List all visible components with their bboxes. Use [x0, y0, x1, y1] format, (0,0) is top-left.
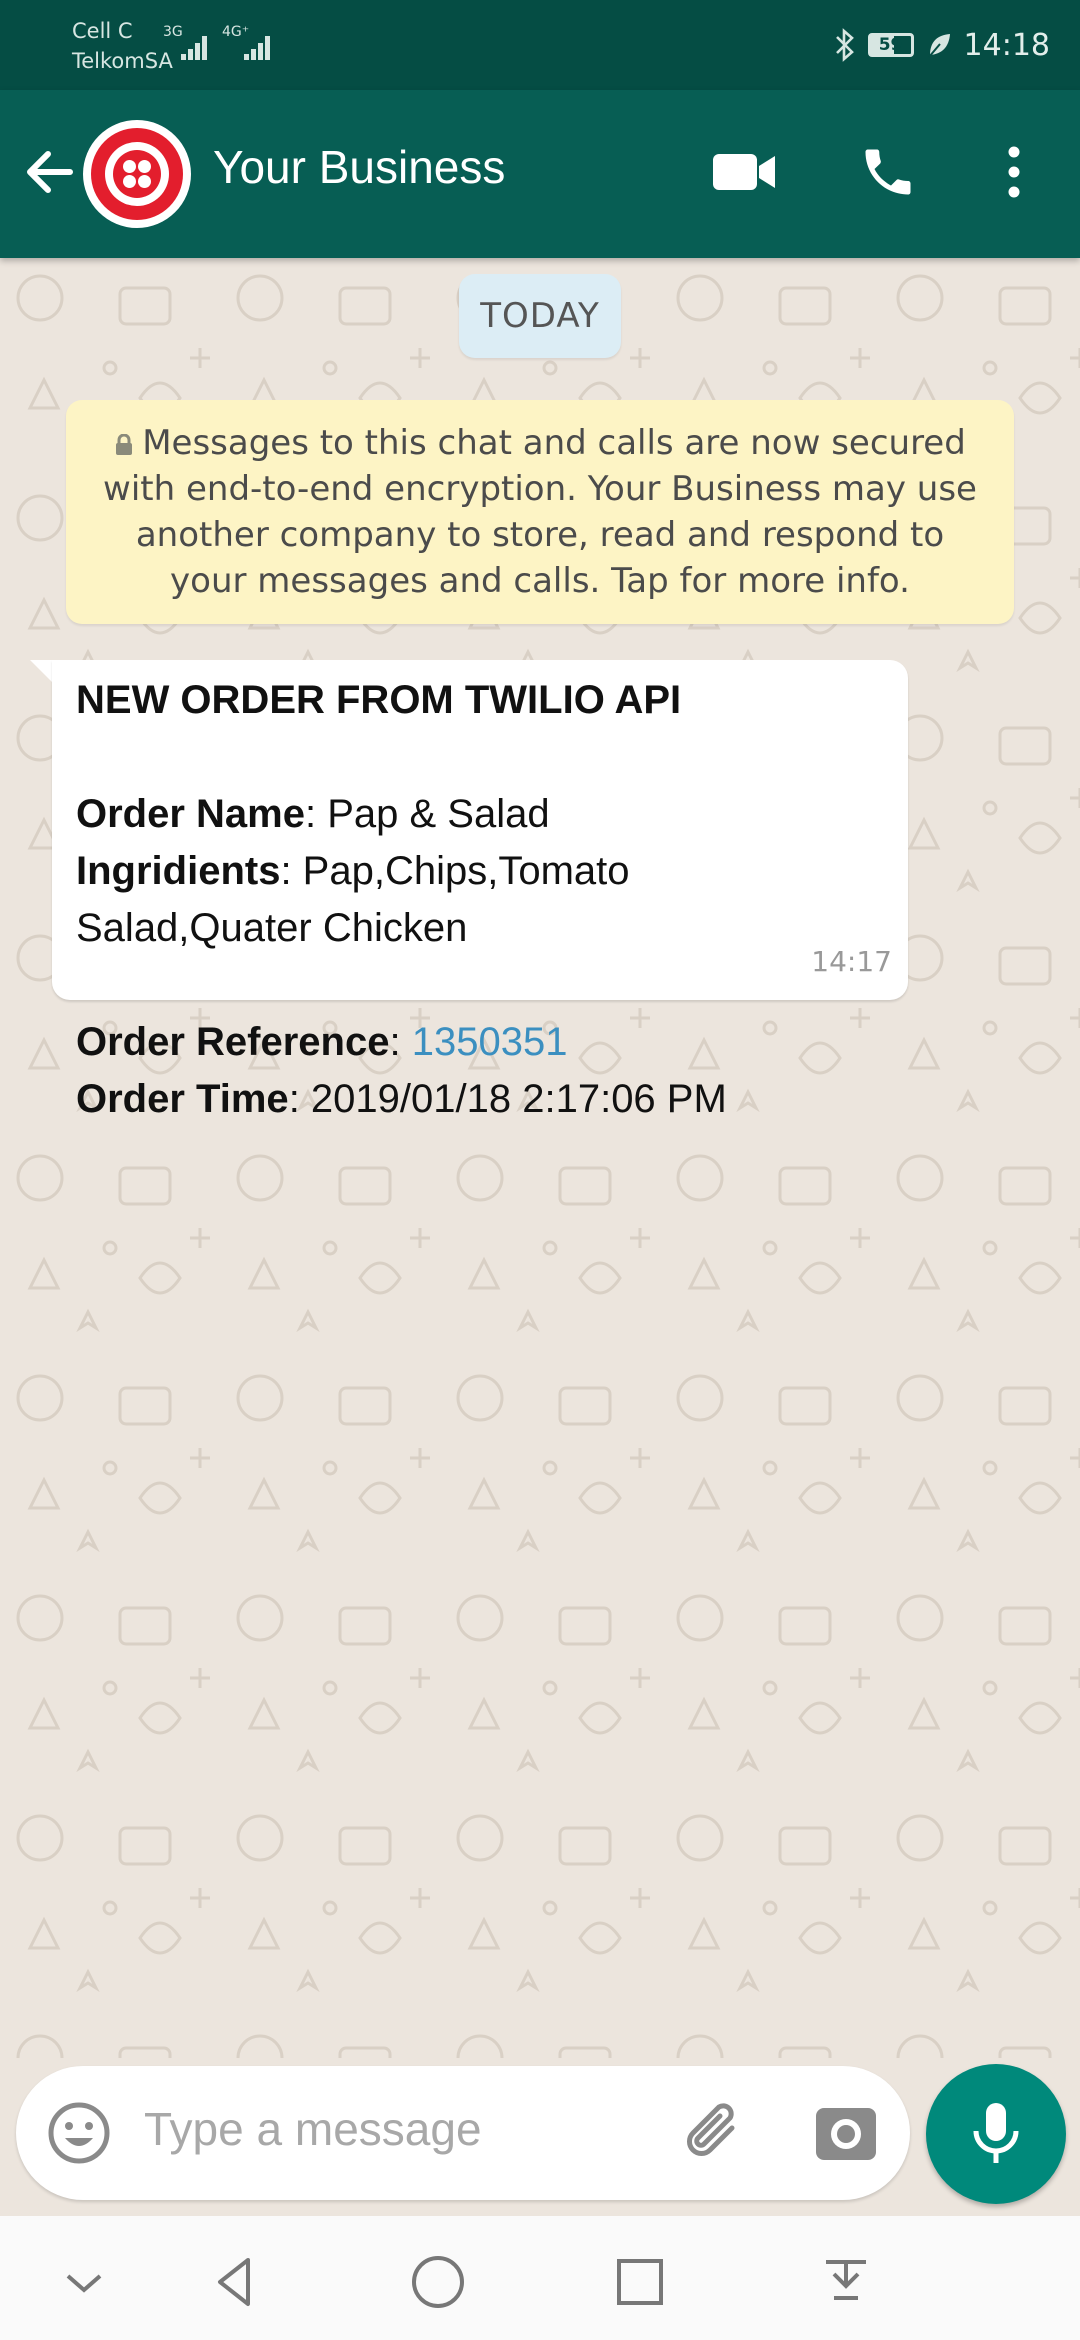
signal-3g-icon: 3G	[163, 24, 213, 60]
order-time-line: Order Time: 2019/01/18 2:17:06 PM	[76, 1071, 884, 1128]
order-name-label: Order Name	[76, 792, 305, 836]
ingredients-label: Ingridients	[76, 849, 281, 893]
contact-name[interactable]: Your Business	[213, 140, 505, 194]
lock-icon	[116, 434, 133, 455]
video-call-button[interactable]	[706, 134, 782, 210]
microphone-icon	[973, 2103, 1019, 2163]
status-time: 14:18	[963, 27, 1050, 63]
camera-icon[interactable]	[806, 2094, 886, 2174]
carrier-line1: Cell C	[72, 19, 133, 43]
bubble-tail	[30, 660, 54, 684]
chat-area[interactable]: TODAY Messages to this chat and calls ar…	[0, 258, 1080, 2058]
encryption-notice[interactable]: Messages to this chat and calls are now …	[66, 400, 1014, 624]
status-bar: Cell C TelkomSA 3G 4G⁺ 59 14:18	[0, 0, 1080, 90]
phone-call-icon	[865, 149, 911, 195]
back-triangle-icon[interactable]	[206, 2252, 266, 2312]
network-type-2: 4G⁺	[222, 24, 250, 40]
avatar[interactable]	[83, 120, 191, 228]
battery-level: 59	[878, 35, 903, 55]
order-reference-link[interactable]: 1350351	[412, 1020, 568, 1064]
ingredients-value-2: Salad,Quater Chicken	[76, 906, 468, 950]
encryption-notice-text: Messages to this chat and calls are now …	[103, 423, 977, 601]
incoming-message-bubble[interactable]: NEW ORDER FROM TWILIO API Order Name: Pa…	[52, 660, 908, 1121]
carrier-line2: TelkomSA	[72, 49, 173, 73]
order-name-value: : Pap & Salad	[304, 792, 550, 836]
order-reference-sep: :	[389, 1020, 412, 1064]
carrier-info: Cell C TelkomSA	[72, 16, 173, 76]
date-chip: TODAY	[459, 274, 621, 358]
chat-header: Your Business	[0, 90, 1080, 258]
order-time-label: Order Time	[76, 1077, 289, 1121]
order-time-value: : 2019/01/18 2:17:06 PM	[288, 1077, 727, 1121]
order-reference-line: Order Reference: 1350351	[76, 1014, 884, 1071]
twilio-logo-icon	[91, 128, 183, 220]
ingredients-line: Ingridients: Pap,Chips,Tomato	[76, 843, 884, 900]
ingredients-value-1: : Pap,Chips,Tomato	[280, 849, 630, 893]
emoji-icon[interactable]	[44, 2098, 114, 2168]
signal-4g-icon: 4G⁺	[222, 24, 282, 60]
leaf-icon	[927, 34, 950, 58]
home-circle-icon[interactable]	[408, 2252, 468, 2312]
back-arrow-icon[interactable]	[18, 140, 82, 204]
message-timestamp: 14:17	[811, 945, 892, 978]
battery-icon: 59	[867, 33, 914, 57]
more-options-icon	[1008, 146, 1020, 198]
order-reference-label: Order Reference	[76, 1020, 390, 1064]
network-type-1: 3G	[163, 24, 183, 40]
bluetooth-icon	[835, 28, 854, 62]
status-right-group: 59 14:18	[834, 22, 1050, 68]
order-name-line: Order Name: Pap & Salad	[76, 786, 884, 843]
message-input[interactable]: Type a message	[144, 2102, 482, 2156]
system-nav-bar	[0, 2216, 1080, 2340]
message-composer[interactable]: Type a message	[16, 2066, 910, 2200]
video-call-icon	[713, 154, 775, 190]
recents-square-icon[interactable]	[610, 2252, 670, 2312]
notifications-pulldown-icon[interactable]	[816, 2252, 876, 2312]
voice-call-button[interactable]	[850, 134, 926, 210]
more-options-button[interactable]	[976, 134, 1052, 210]
paperclip-icon[interactable]	[676, 2094, 756, 2174]
message-title: NEW ORDER FROM TWILIO API	[76, 678, 682, 722]
voice-message-button[interactable]	[926, 2064, 1066, 2204]
collapse-chevron-icon[interactable]	[54, 2252, 114, 2312]
